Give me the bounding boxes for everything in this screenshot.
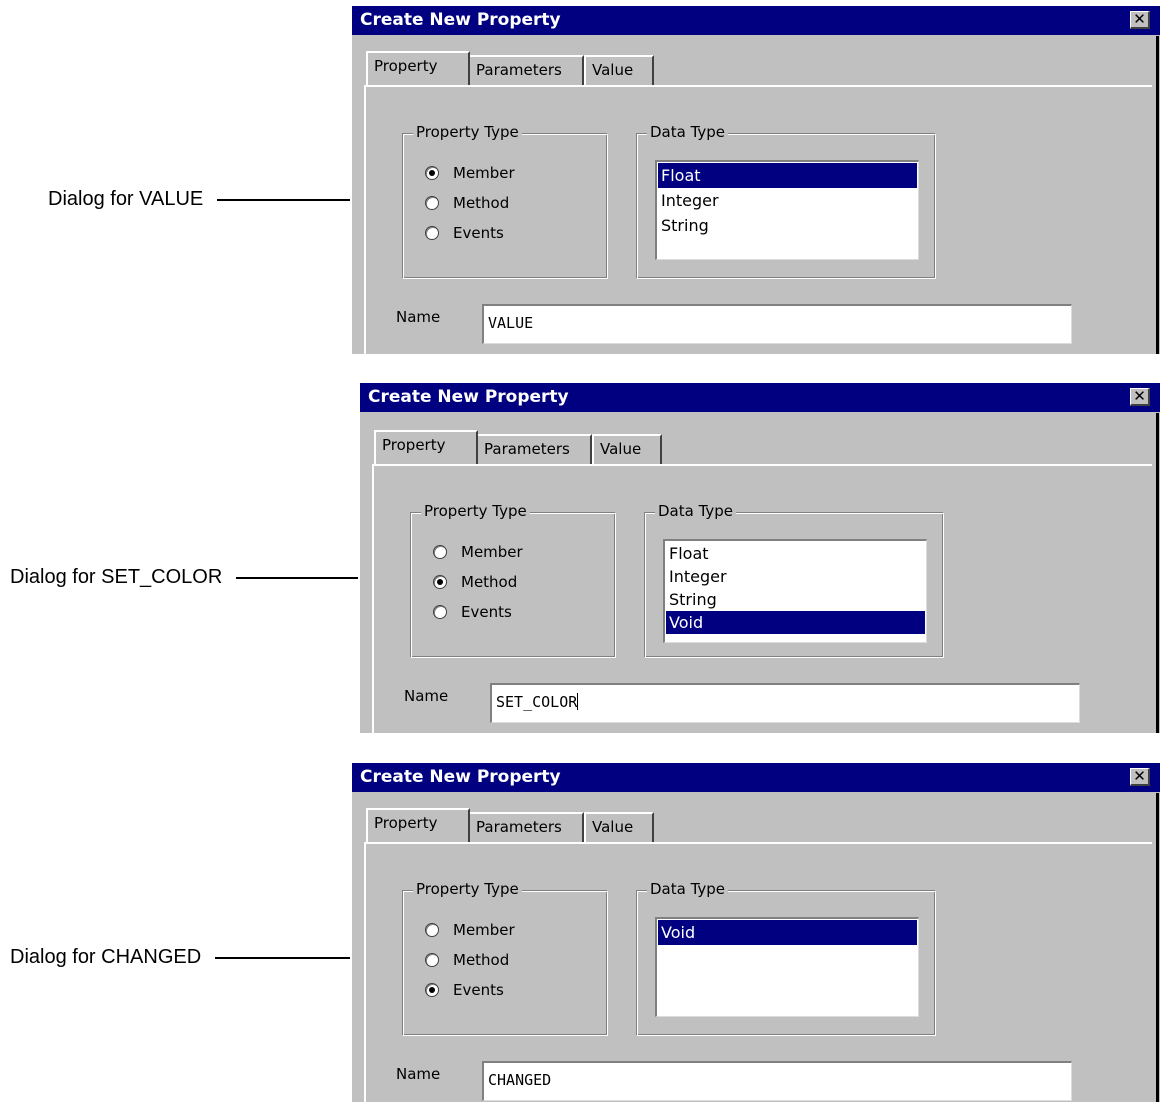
name-input[interactable]: SET_COLOR bbox=[490, 683, 1080, 723]
leader-line bbox=[217, 198, 351, 201]
name-label: Name bbox=[404, 687, 449, 705]
data-type-option-void[interactable]: Void bbox=[658, 920, 917, 945]
radio-button-icon[interactable] bbox=[425, 923, 439, 937]
radio-label: Member bbox=[461, 543, 523, 561]
create-property-dialog: Create New Property ✕ Property Parameters Va… bbox=[352, 763, 1160, 1102]
create-property-dialog: Create New Property ✕ Property Parameters Va… bbox=[352, 6, 1160, 354]
radio-label: Member bbox=[453, 921, 515, 939]
name-input[interactable]: CHANGED bbox=[482, 1061, 1072, 1101]
radio-button-icon[interactable] bbox=[425, 196, 439, 210]
data-type-group: Data Type Float Integer String bbox=[636, 123, 936, 279]
radio-label: Events bbox=[453, 224, 504, 242]
property-type-group: Property Type Member Method Events bbox=[402, 123, 608, 279]
caption-text: Dialog for SET_COLOR bbox=[10, 566, 223, 588]
radio-button-icon[interactable] bbox=[425, 983, 439, 997]
text-caret bbox=[577, 693, 579, 710]
data-type-option-integer[interactable]: Integer bbox=[666, 565, 925, 588]
radio-button-icon[interactable] bbox=[425, 166, 439, 180]
dialog-edge bbox=[1156, 413, 1159, 733]
tab-parameters[interactable]: Parameters bbox=[468, 55, 584, 85]
tab-panel: Property Type Member Method Events Data Type… bbox=[364, 842, 1152, 1102]
radio-label: Events bbox=[453, 981, 504, 999]
name-label: Name bbox=[396, 308, 441, 326]
create-property-dialog: Create New Property ✕ Property Parameters Va… bbox=[360, 383, 1160, 733]
tab-value[interactable]: Value bbox=[584, 812, 654, 842]
close-button[interactable]: ✕ bbox=[1130, 768, 1150, 786]
name-input-value: SET_COLOR bbox=[496, 693, 578, 711]
data-type-listbox[interactable]: Float Integer String Void bbox=[663, 539, 927, 643]
data-type-option-string[interactable]: String bbox=[666, 588, 925, 611]
leader-line bbox=[236, 576, 359, 579]
data-type-option-integer[interactable]: Integer bbox=[658, 188, 917, 213]
property-type-legend: Property Type bbox=[413, 123, 522, 141]
close-button[interactable]: ✕ bbox=[1130, 388, 1150, 406]
radio-events[interactable]: Events bbox=[433, 603, 512, 621]
radio-label: Method bbox=[461, 573, 518, 591]
dialog-caption: Dialog for SET_COLOR bbox=[10, 566, 359, 589]
tab-value[interactable]: Value bbox=[584, 55, 654, 85]
radio-label: Method bbox=[453, 951, 510, 969]
caption-text: Dialog for VALUE bbox=[48, 188, 204, 210]
title-bar: Create New Property ✕ bbox=[352, 6, 1160, 35]
radio-button-icon[interactable] bbox=[433, 575, 447, 589]
tab-panel: Property Type Member Method Events Data Type… bbox=[364, 85, 1152, 354]
radio-button-icon[interactable] bbox=[433, 605, 447, 619]
data-type-group: Data Type Void bbox=[636, 880, 936, 1036]
radio-button-icon[interactable] bbox=[425, 953, 439, 967]
close-icon: ✕ bbox=[1133, 387, 1146, 405]
dialog-title: Create New Property bbox=[368, 387, 569, 407]
radio-member[interactable]: Member bbox=[425, 921, 515, 939]
radio-member[interactable]: Member bbox=[425, 164, 515, 182]
data-type-listbox[interactable]: Void bbox=[655, 917, 919, 1017]
data-type-option-void[interactable]: Void bbox=[666, 611, 925, 634]
radio-events[interactable]: Events bbox=[425, 981, 504, 999]
data-type-group: Data Type Float Integer String Void bbox=[644, 502, 944, 658]
radio-button-icon[interactable] bbox=[433, 545, 447, 559]
leader-line bbox=[215, 956, 351, 959]
close-button[interactable]: ✕ bbox=[1130, 11, 1150, 29]
radio-label: Method bbox=[453, 194, 510, 212]
tab-value[interactable]: Value bbox=[592, 434, 662, 464]
property-type-group: Property Type Member Method Events bbox=[410, 502, 616, 658]
tab-parameters[interactable]: Parameters bbox=[468, 812, 584, 842]
dialog-caption: Dialog for CHANGED bbox=[10, 946, 351, 969]
close-icon: ✕ bbox=[1133, 10, 1146, 28]
tab-property[interactable]: Property bbox=[366, 51, 470, 85]
dialog-caption: Dialog for VALUE bbox=[48, 188, 351, 211]
name-label: Name bbox=[396, 1065, 441, 1083]
title-bar: Create New Property ✕ bbox=[360, 383, 1160, 412]
title-bar: Create New Property ✕ bbox=[352, 763, 1160, 792]
name-input-value: VALUE bbox=[488, 314, 534, 332]
radio-button-icon[interactable] bbox=[425, 226, 439, 240]
property-type-legend: Property Type bbox=[421, 502, 530, 520]
property-type-legend: Property Type bbox=[413, 880, 522, 898]
tab-panel: Property Type Member Method Events Data Type… bbox=[372, 464, 1152, 733]
radio-method[interactable]: Method bbox=[425, 194, 509, 212]
tab-parameters[interactable]: Parameters bbox=[476, 434, 592, 464]
tab-property[interactable]: Property bbox=[366, 808, 470, 842]
data-type-legend: Data Type bbox=[647, 880, 729, 898]
data-type-option-float[interactable]: Float bbox=[666, 542, 925, 565]
dialog-title: Create New Property bbox=[360, 767, 561, 787]
property-type-group: Property Type Member Method Events bbox=[402, 880, 608, 1036]
data-type-legend: Data Type bbox=[647, 123, 729, 141]
name-input[interactable]: VALUE bbox=[482, 304, 1072, 344]
caption-text: Dialog for CHANGED bbox=[10, 946, 202, 968]
radio-method[interactable]: Method bbox=[425, 951, 509, 969]
radio-member[interactable]: Member bbox=[433, 543, 523, 561]
close-icon: ✕ bbox=[1133, 767, 1146, 785]
data-type-option-float[interactable]: Float bbox=[658, 163, 917, 188]
dialog-edge bbox=[1156, 36, 1159, 354]
radio-label: Events bbox=[461, 603, 512, 621]
data-type-listbox[interactable]: Float Integer String bbox=[655, 160, 919, 260]
radio-events[interactable]: Events bbox=[425, 224, 504, 242]
dialog-edge bbox=[1156, 793, 1159, 1102]
tab-property[interactable]: Property bbox=[374, 430, 478, 464]
data-type-legend: Data Type bbox=[655, 502, 737, 520]
radio-label: Member bbox=[453, 164, 515, 182]
name-input-value: CHANGED bbox=[488, 1071, 552, 1089]
dialog-title: Create New Property bbox=[360, 10, 561, 30]
radio-method[interactable]: Method bbox=[433, 573, 517, 591]
data-type-option-string[interactable]: String bbox=[658, 213, 917, 238]
